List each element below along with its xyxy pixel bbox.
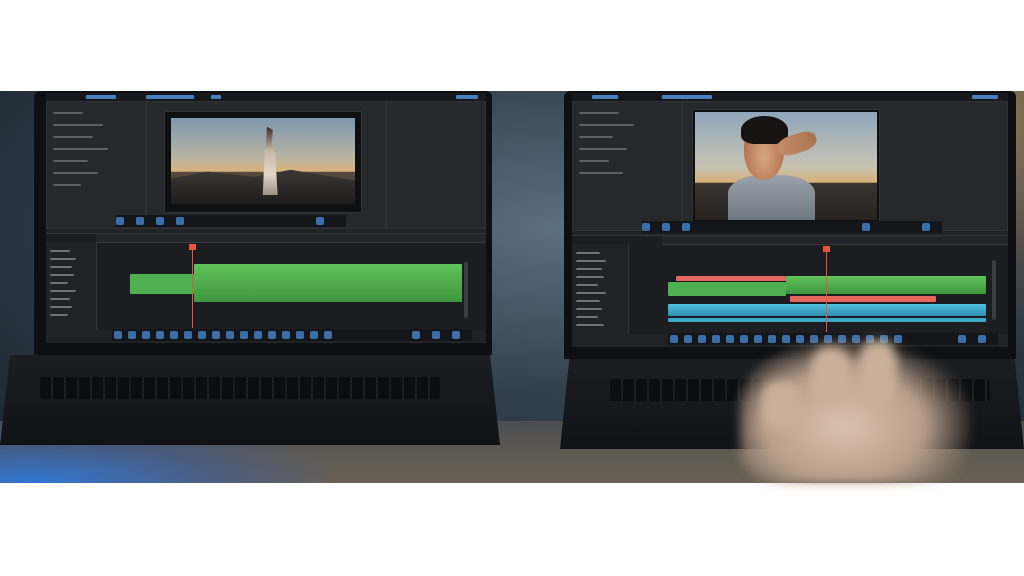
menu-bar xyxy=(46,93,486,101)
right-laptop-screen xyxy=(572,93,1008,347)
transport-controls xyxy=(642,221,942,233)
timeline-scrollbar[interactable] xyxy=(992,260,996,320)
video-clip-green[interactable] xyxy=(194,264,462,302)
clip-red-middle[interactable] xyxy=(790,296,936,302)
audio-clip-blue-lower[interactable] xyxy=(668,318,986,322)
side-panel xyxy=(386,101,486,229)
left-keyboard xyxy=(40,377,440,399)
timeline-ruler xyxy=(96,234,486,243)
timeline-panel xyxy=(46,233,486,330)
audio-clip-blue[interactable] xyxy=(668,304,986,316)
video-clip-green-left[interactable] xyxy=(130,274,194,294)
playhead[interactable] xyxy=(189,244,196,328)
left-laptop-base xyxy=(0,355,500,445)
program-monitor xyxy=(692,109,880,223)
timeline-ruler xyxy=(662,236,1008,245)
source-panel xyxy=(46,101,146,229)
left-laptop-screen xyxy=(46,93,486,343)
blurred-hand xyxy=(740,340,970,483)
track-headers xyxy=(572,244,629,334)
transport-controls xyxy=(116,215,346,227)
video-frame-man xyxy=(695,112,877,220)
video-clip-green-1[interactable] xyxy=(668,282,786,296)
program-monitor xyxy=(164,111,362,213)
video-frame-woman xyxy=(171,118,355,204)
video-clip-green-2[interactable] xyxy=(786,276,986,294)
menu-bar xyxy=(572,93,1008,101)
source-panel xyxy=(572,101,682,231)
timeline-panel xyxy=(572,235,1008,334)
bottom-tool-strip xyxy=(112,329,472,341)
playhead[interactable] xyxy=(823,246,830,332)
track-headers xyxy=(46,242,97,330)
left-laptop xyxy=(0,91,500,483)
clip-red-top[interactable] xyxy=(676,276,786,281)
timeline-scrollbar[interactable] xyxy=(464,262,468,318)
